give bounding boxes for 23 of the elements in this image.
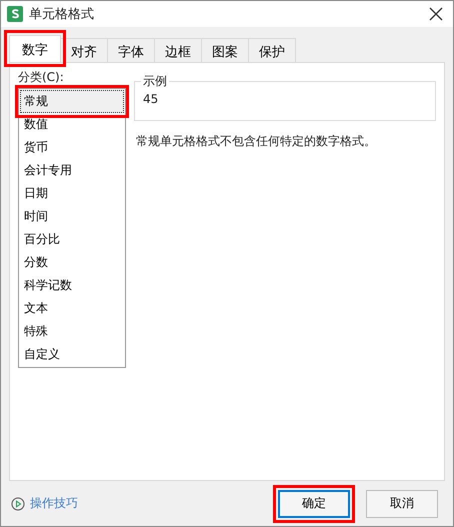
tips-text: 操作技巧 bbox=[30, 495, 78, 512]
sample-value: 45 bbox=[143, 92, 158, 106]
app-logo-icon bbox=[7, 6, 23, 22]
category-item[interactable]: 分数 bbox=[20, 251, 124, 274]
category-item[interactable]: 日期 bbox=[20, 182, 124, 205]
category-item[interactable]: 文本 bbox=[20, 297, 124, 320]
category-item[interactable]: 货币 bbox=[20, 136, 124, 159]
dialog-button[interactable]: 取消 bbox=[366, 490, 438, 518]
category-item[interactable]: 时间 bbox=[20, 205, 124, 228]
sample-label: 示例 bbox=[141, 73, 169, 90]
tab[interactable]: 保护 bbox=[248, 38, 296, 62]
category-item[interactable]: 自定义 bbox=[20, 343, 124, 366]
category-item[interactable]: 科学记数 bbox=[20, 274, 124, 297]
window-title: 单元格格式 bbox=[29, 6, 95, 23]
description-text: 常规单元格格式不包含任何特定的数字格式。 bbox=[135, 133, 377, 150]
tips-link[interactable]: 操作技巧 bbox=[11, 495, 267, 512]
category-item[interactable]: 特殊 bbox=[20, 320, 124, 343]
category-item[interactable]: 数值 bbox=[20, 113, 124, 136]
dialog-button[interactable]: 确定 bbox=[278, 490, 350, 518]
category-label: 分类(C): bbox=[18, 69, 65, 86]
category-item[interactable]: 百分比 bbox=[20, 228, 124, 251]
category-item[interactable]: 会计专用 bbox=[20, 159, 124, 182]
play-circle-icon bbox=[11, 496, 25, 510]
